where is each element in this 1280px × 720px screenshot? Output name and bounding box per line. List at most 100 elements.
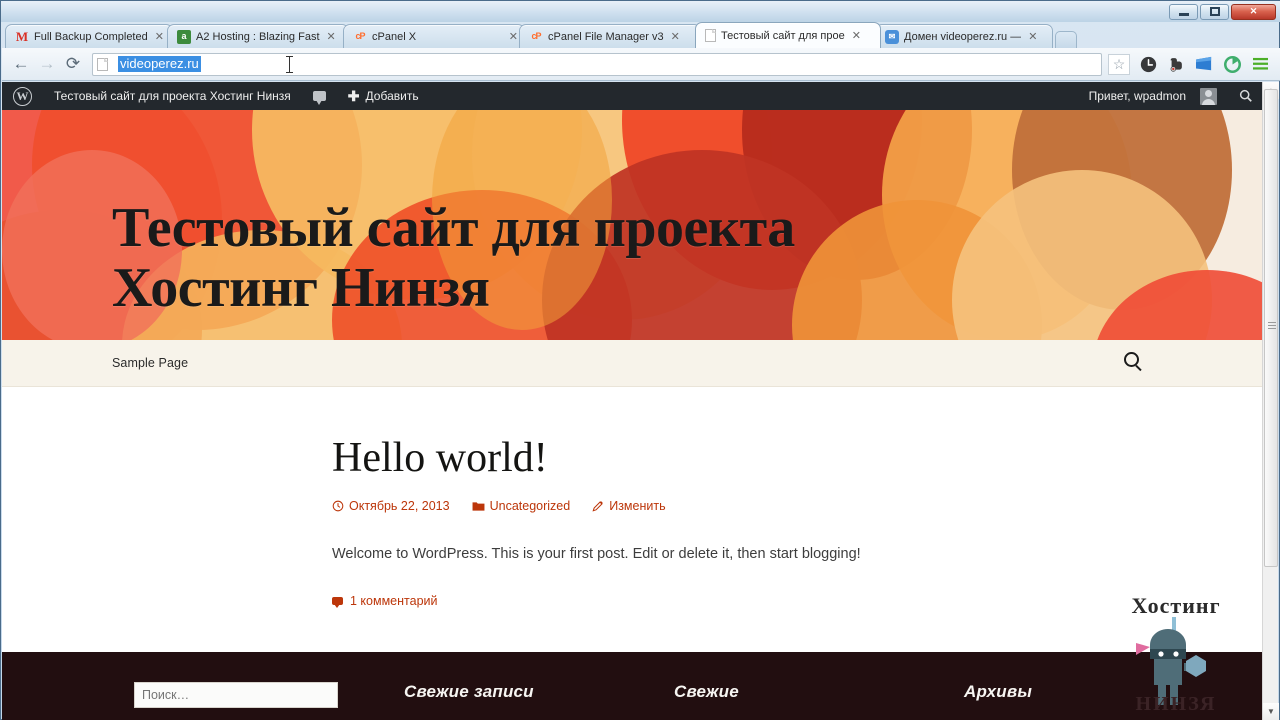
search-icon: [1239, 89, 1252, 102]
history-clock-icon[interactable]: [1135, 51, 1161, 77]
tab-close-icon[interactable]: ✕: [671, 30, 680, 43]
greeting-label: Привет, wpadmon: [1088, 89, 1186, 103]
post-category-link[interactable]: Uncategorized: [472, 499, 571, 514]
page-icon: [705, 29, 716, 42]
footer-widget-title: Свежие: [674, 682, 739, 701]
cpanel-icon: cP: [355, 31, 365, 41]
browser-tab[interactable]: ✉ Домен videoperez.ru — ✕: [875, 24, 1053, 48]
browser-tab[interactable]: cP cPanel X ✕: [343, 24, 525, 48]
minimize-icon: [1178, 13, 1189, 16]
site-navigation: Sample Page: [2, 340, 1264, 387]
post-meta: Октябрь 22, 2013 Uncategorized Изменить: [332, 499, 892, 513]
maximize-button[interactable]: [1200, 3, 1229, 20]
adminbar-search-button[interactable]: [1228, 82, 1264, 110]
new-tab-button[interactable]: [1055, 31, 1077, 48]
main-content: Hello world! Октябрь 22, 2013 Uncategori…: [2, 387, 1264, 652]
post-title[interactable]: Hello world!: [332, 435, 892, 481]
footer-widget-recent-posts: Свежие записи: [404, 682, 674, 708]
wordpress-admin-bar: W Тестовый сайт для проекта Хостинг Нинз…: [2, 82, 1264, 110]
add-new-label: Добавить: [365, 89, 419, 103]
scroll-down-arrow[interactable]: ▼: [1263, 703, 1279, 720]
wordpress-logo-icon: W: [13, 86, 32, 106]
browser-tab[interactable]: M Full Backup Completed ✕: [5, 24, 173, 48]
back-button[interactable]: ←: [8, 51, 34, 77]
site-footer: Свежие записи Свежие Архивы: [2, 652, 1264, 720]
tab-close-icon[interactable]: ✕: [509, 30, 518, 43]
scrollbar-grip-icon: [1268, 322, 1276, 331]
gmail-icon: M: [15, 29, 29, 44]
browser-toolbar: ← → ⟳ videoperez.ru ☆: [2, 48, 1280, 81]
browser-tab-active[interactable]: Тестовый сайт для прое ✕: [695, 22, 881, 48]
tab-close-icon[interactable]: ✕: [327, 30, 336, 43]
tab-title: Full Backup Completed: [34, 30, 148, 43]
minimize-button[interactable]: [1169, 3, 1198, 20]
evernote-elephant-icon[interactable]: [1163, 51, 1189, 77]
browser-tab[interactable]: a A2 Hosting : Blazing Fast ✕: [167, 24, 349, 48]
browser-window: ✕ M Full Backup Completed ✕ a A2 Hosting…: [0, 0, 1280, 720]
nav-item-sample-page[interactable]: Sample Page: [112, 356, 188, 370]
page-viewport: W Тестовый сайт для проекта Хостинг Нинз…: [2, 82, 1264, 720]
address-bar-url[interactable]: videoperez.ru: [118, 55, 201, 73]
mail-icon: ✉: [885, 29, 899, 44]
tab-title: Домен videoperez.ru —: [904, 30, 1022, 43]
blue-window-icon[interactable]: [1191, 51, 1217, 77]
plus-icon: ✚: [347, 87, 360, 104]
clock-icon: [332, 500, 344, 512]
text-cursor-icon: [286, 55, 293, 73]
bookmark-star-icon[interactable]: ☆: [1108, 53, 1130, 75]
cpanel-icon: cP: [531, 31, 541, 41]
site-title[interactable]: Тестовый сайт для проекта Хостинг Нинзя: [112, 197, 1012, 319]
footer-widget-search: [134, 682, 404, 708]
comment-bubble-icon: [332, 597, 343, 609]
maximize-icon: [1209, 7, 1220, 16]
footer-widget-title: Архивы: [964, 682, 1033, 701]
header-text-block: Тестовый сайт для проекта Хостинг Нинзя …: [112, 160, 1012, 340]
address-bar[interactable]: videoperez.ru: [92, 52, 1102, 76]
close-button[interactable]: ✕: [1231, 3, 1276, 20]
tab-title: A2 Hosting : Blazing Fast: [196, 30, 320, 43]
scrollbar-thumb[interactable]: [1264, 89, 1278, 567]
footer-search-input[interactable]: [134, 682, 338, 708]
adminbar-my-account[interactable]: Привет, wpadmon: [1078, 82, 1228, 110]
post-comments-count: 1 комментарий: [350, 594, 438, 609]
close-icon: ✕: [1249, 6, 1258, 16]
tab-title: cPanel X: [372, 30, 417, 43]
tab-title: Тестовый сайт для прое: [721, 29, 845, 42]
chrome-menu-icon[interactable]: [1247, 51, 1273, 77]
footer-widget-area: Свежие записи Свежие Архивы: [2, 682, 1264, 708]
reload-button[interactable]: ⟳: [60, 51, 86, 77]
tab-close-icon[interactable]: ✕: [155, 30, 164, 43]
post-category: Uncategorized: [489, 499, 571, 514]
post-date-link[interactable]: Октябрь 22, 2013: [332, 499, 450, 513]
page-scrollbar[interactable]: ▲ ▼: [1262, 82, 1279, 720]
post-body: Welcome to WordPress. This is your first…: [332, 546, 861, 563]
adminbar-site-name[interactable]: Тестовый сайт для проекта Хостинг Нинзя: [43, 82, 302, 110]
tab-close-icon[interactable]: ✕: [852, 29, 861, 42]
page-icon: [97, 57, 108, 71]
footer-widget-archives: Архивы: [964, 682, 1032, 708]
adminbar-new-content[interactable]: ✚ Добавить: [337, 82, 430, 110]
browser-tab[interactable]: cP cPanel File Manager v3 ✕: [519, 24, 701, 48]
post-date: Октябрь 22, 2013: [349, 499, 450, 514]
folder-icon: [472, 502, 485, 511]
tab-close-icon[interactable]: ✕: [1028, 30, 1037, 43]
tab-title: cPanel File Manager v3: [548, 30, 664, 43]
post-comments-link[interactable]: 1 комментарий: [332, 594, 892, 609]
adminbar-comments[interactable]: [302, 82, 337, 110]
post-edit-link[interactable]: Изменить: [592, 499, 666, 514]
forward-button[interactable]: →: [34, 51, 60, 77]
avatar: [1200, 87, 1217, 105]
site-search-toggle[interactable]: [1124, 352, 1146, 374]
footer-widget-title: Свежие записи: [404, 682, 534, 701]
a2-hosting-icon: a: [177, 29, 191, 44]
green-circle-icon[interactable]: [1219, 51, 1245, 77]
comment-bubble-icon: [312, 91, 326, 105]
site-name-label: Тестовый сайт для проекта Хостинг Нинзя: [54, 89, 291, 103]
window-titlebar: ✕: [1, 1, 1280, 22]
wp-logo-menu[interactable]: W: [2, 82, 43, 110]
site-header: Тестовый сайт для проекта Хостинг Нинзя …: [2, 110, 1264, 340]
search-icon: [1124, 352, 1139, 367]
tab-strip: M Full Backup Completed ✕ a A2 Hosting :…: [1, 22, 1280, 48]
post-edit-label: Изменить: [609, 499, 666, 514]
footer-widget-recent-comments: Свежие: [674, 682, 964, 708]
